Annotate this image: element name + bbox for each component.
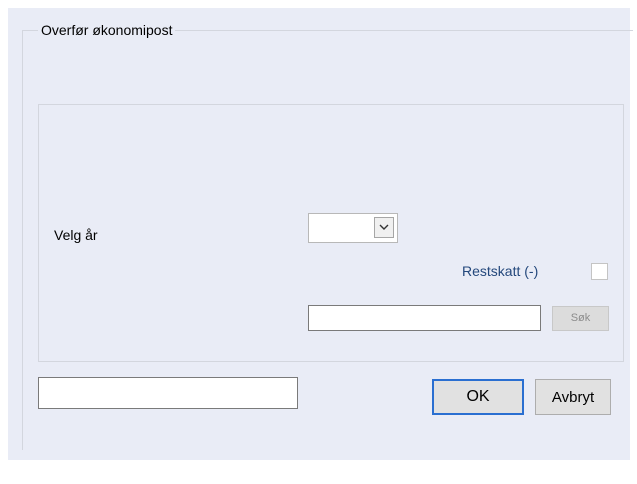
search-input[interactable] <box>308 305 541 331</box>
year-label: Velg år <box>54 227 98 243</box>
status-field[interactable] <box>38 377 298 409</box>
dropdown-button[interactable] <box>374 217 394 238</box>
search-button[interactable]: Søk <box>552 306 609 331</box>
ok-button[interactable]: OK <box>432 379 524 415</box>
transfer-dialog: Overfør økonomipost Velg år Restskatt (-… <box>0 0 637 484</box>
year-dropdown[interactable] <box>308 213 398 243</box>
restskatt-label: Restskatt (-) <box>462 263 539 279</box>
cancel-button[interactable]: Avbryt <box>535 379 611 415</box>
chevron-down-icon <box>379 224 389 230</box>
restskatt-checkbox[interactable] <box>591 263 608 280</box>
groupbox-title: Overfør økonomipost <box>38 22 176 39</box>
